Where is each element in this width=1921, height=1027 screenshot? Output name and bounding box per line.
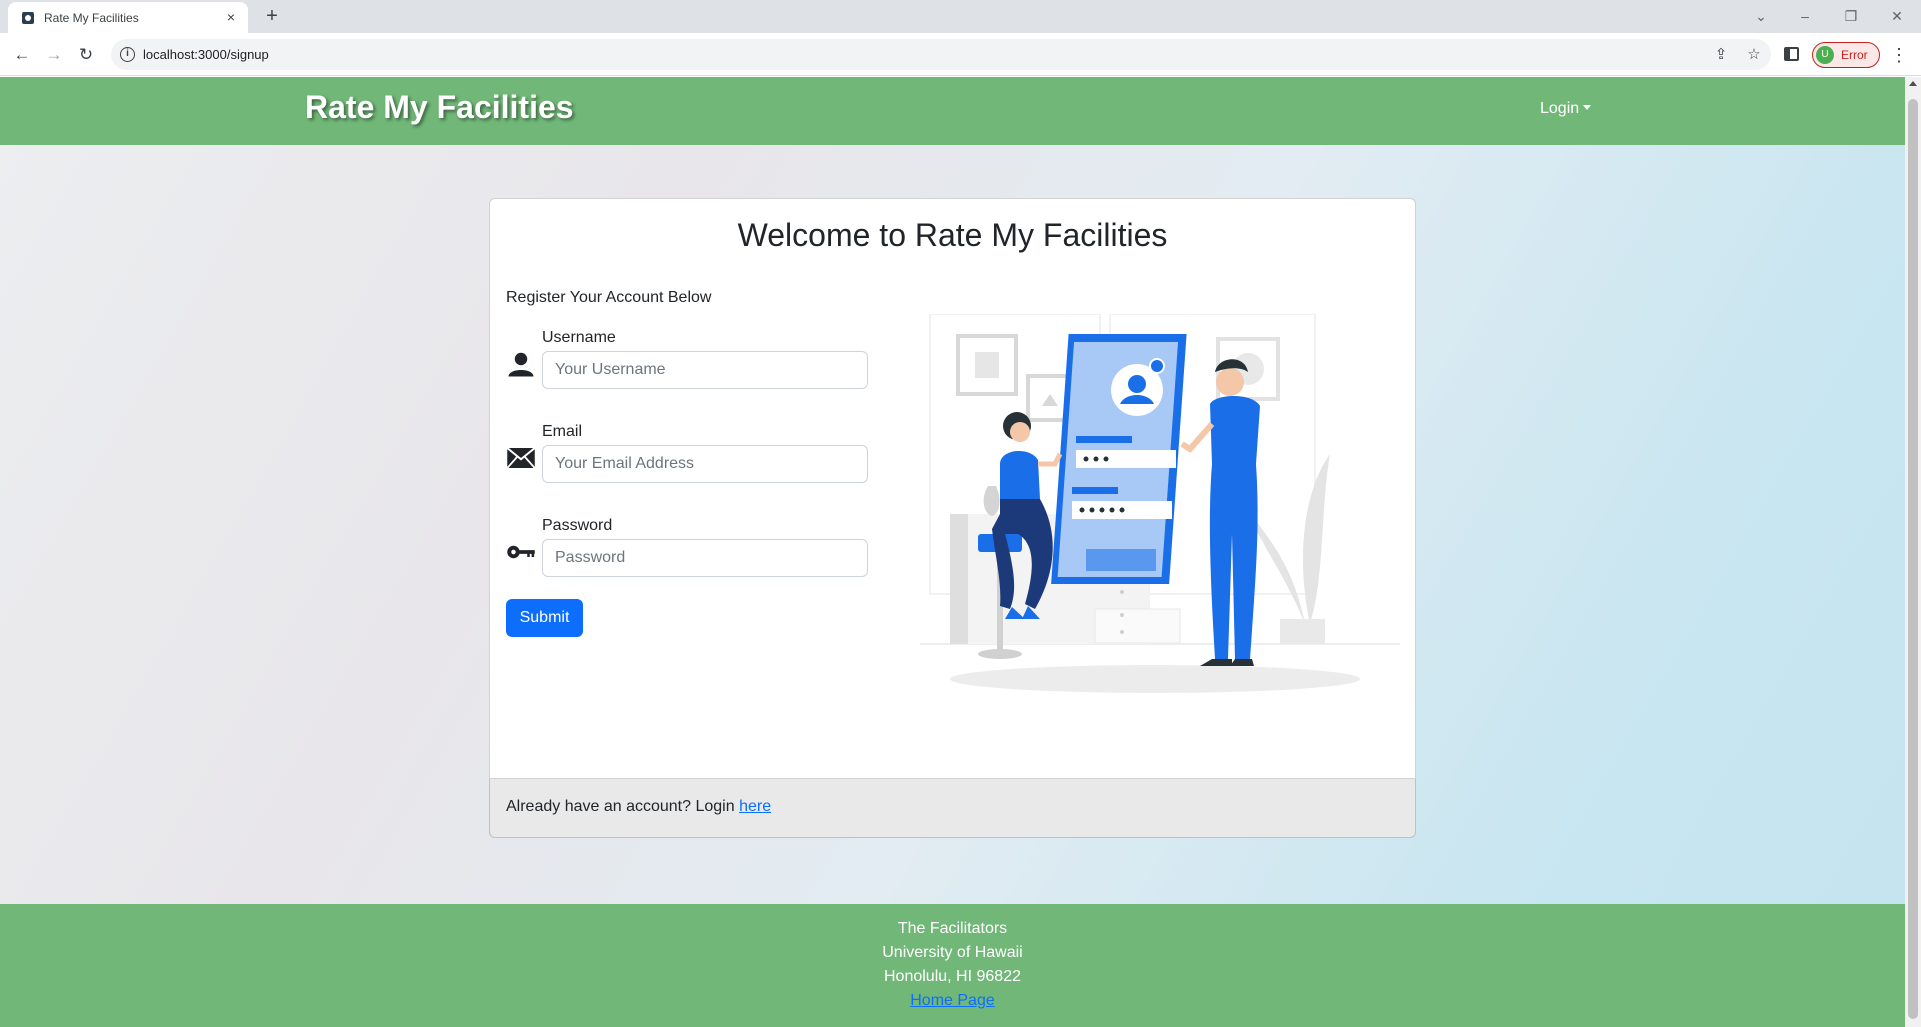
forward-icon[interactable]: → — [41, 42, 67, 68]
browser-tab-bar: Rate My Facilities × + ⌄ – ❐ ✕ — [0, 0, 1921, 33]
url-text[interactable]: localhost:3000/signup — [143, 47, 269, 62]
login-dropdown[interactable]: Login — [1540, 100, 1592, 118]
bookmark-star-icon[interactable]: ☆ — [1744, 45, 1764, 65]
login-prompt-text: Already have an account? Login — [506, 798, 740, 815]
profile-button[interactable]: U Error — [1812, 42, 1880, 68]
share-icon[interactable]: ⇪ — [1711, 45, 1731, 65]
address-bar[interactable]: i localhost:3000/signup ⇪ ☆ — [111, 39, 1771, 70]
email-label: Email — [542, 423, 583, 440]
close-window-icon[interactable]: ✕ — [1882, 4, 1912, 28]
page-viewport: Rate My Facilities Login Welcome to Rate… — [0, 77, 1905, 1027]
close-tab-icon[interactable]: × — [222, 8, 240, 26]
person-icon — [508, 352, 534, 377]
profile-error-label: Error — [1841, 48, 1868, 62]
site-info-icon[interactable]: i — [120, 47, 135, 62]
site-brand[interactable]: Rate My Facilities — [305, 89, 574, 126]
page-title: Welcome to Rate My Facilities — [737, 217, 1168, 253]
scroll-up-arrow-icon[interactable] — [1909, 81, 1917, 86]
avatar: U — [1816, 46, 1834, 64]
browser-menu-icon[interactable]: ⋮ — [1886, 42, 1912, 68]
login-here-link[interactable]: here — [739, 798, 771, 815]
footer-team-name: The Facilitators — [897, 920, 1008, 937]
footer-university: University of Hawaii — [882, 944, 1023, 961]
email-input[interactable] — [542, 445, 868, 483]
tab-search-icon[interactable]: ⌄ — [1746, 4, 1776, 28]
signup-card-footer: Already have an account? Login here — [489, 779, 1416, 838]
side-panel-icon[interactable] — [1784, 47, 1799, 61]
browser-toolbar: ← → ↻ i localhost:3000/signup ⇪ ☆ U Erro… — [0, 33, 1921, 76]
signup-illustration — [920, 314, 1400, 693]
username-label: Username — [542, 329, 616, 346]
caret-down-icon — [1583, 105, 1592, 110]
login-dropdown-label: Login — [1540, 100, 1580, 117]
footer-address: Honolulu, HI 96822 — [884, 968, 1021, 985]
key-icon — [507, 545, 535, 559]
login-prompt: Already have an account? Login here — [506, 798, 771, 816]
restore-icon[interactable]: ❐ — [1836, 4, 1866, 28]
tab-title: Rate My Facilities — [44, 11, 139, 25]
submit-button[interactable]: Submit — [506, 599, 583, 637]
site-footer: The Facilitators University of Hawaii Ho… — [0, 904, 1905, 1027]
password-input[interactable] — [542, 539, 868, 577]
new-tab-button[interactable]: + — [260, 4, 284, 28]
register-subtitle: Register Your Account Below — [506, 289, 712, 306]
scrollbar-thumb[interactable] — [1908, 99, 1918, 1019]
username-input[interactable] — [542, 351, 868, 389]
minimize-icon[interactable]: – — [1790, 4, 1820, 28]
signup-card: Welcome to Rate My Facilities Register Y… — [489, 198, 1416, 779]
page-scrollbar[interactable] — [1905, 77, 1921, 1027]
site-navbar: Rate My Facilities Login — [0, 77, 1905, 145]
browser-tab[interactable]: Rate My Facilities × — [8, 2, 248, 33]
reload-icon[interactable]: ↻ — [73, 42, 99, 68]
envelope-icon — [506, 447, 536, 469]
password-label: Password — [542, 517, 613, 534]
favicon-icon — [22, 12, 34, 24]
home-page-link[interactable]: Home Page — [910, 992, 995, 1009]
back-icon[interactable]: ← — [9, 42, 35, 68]
